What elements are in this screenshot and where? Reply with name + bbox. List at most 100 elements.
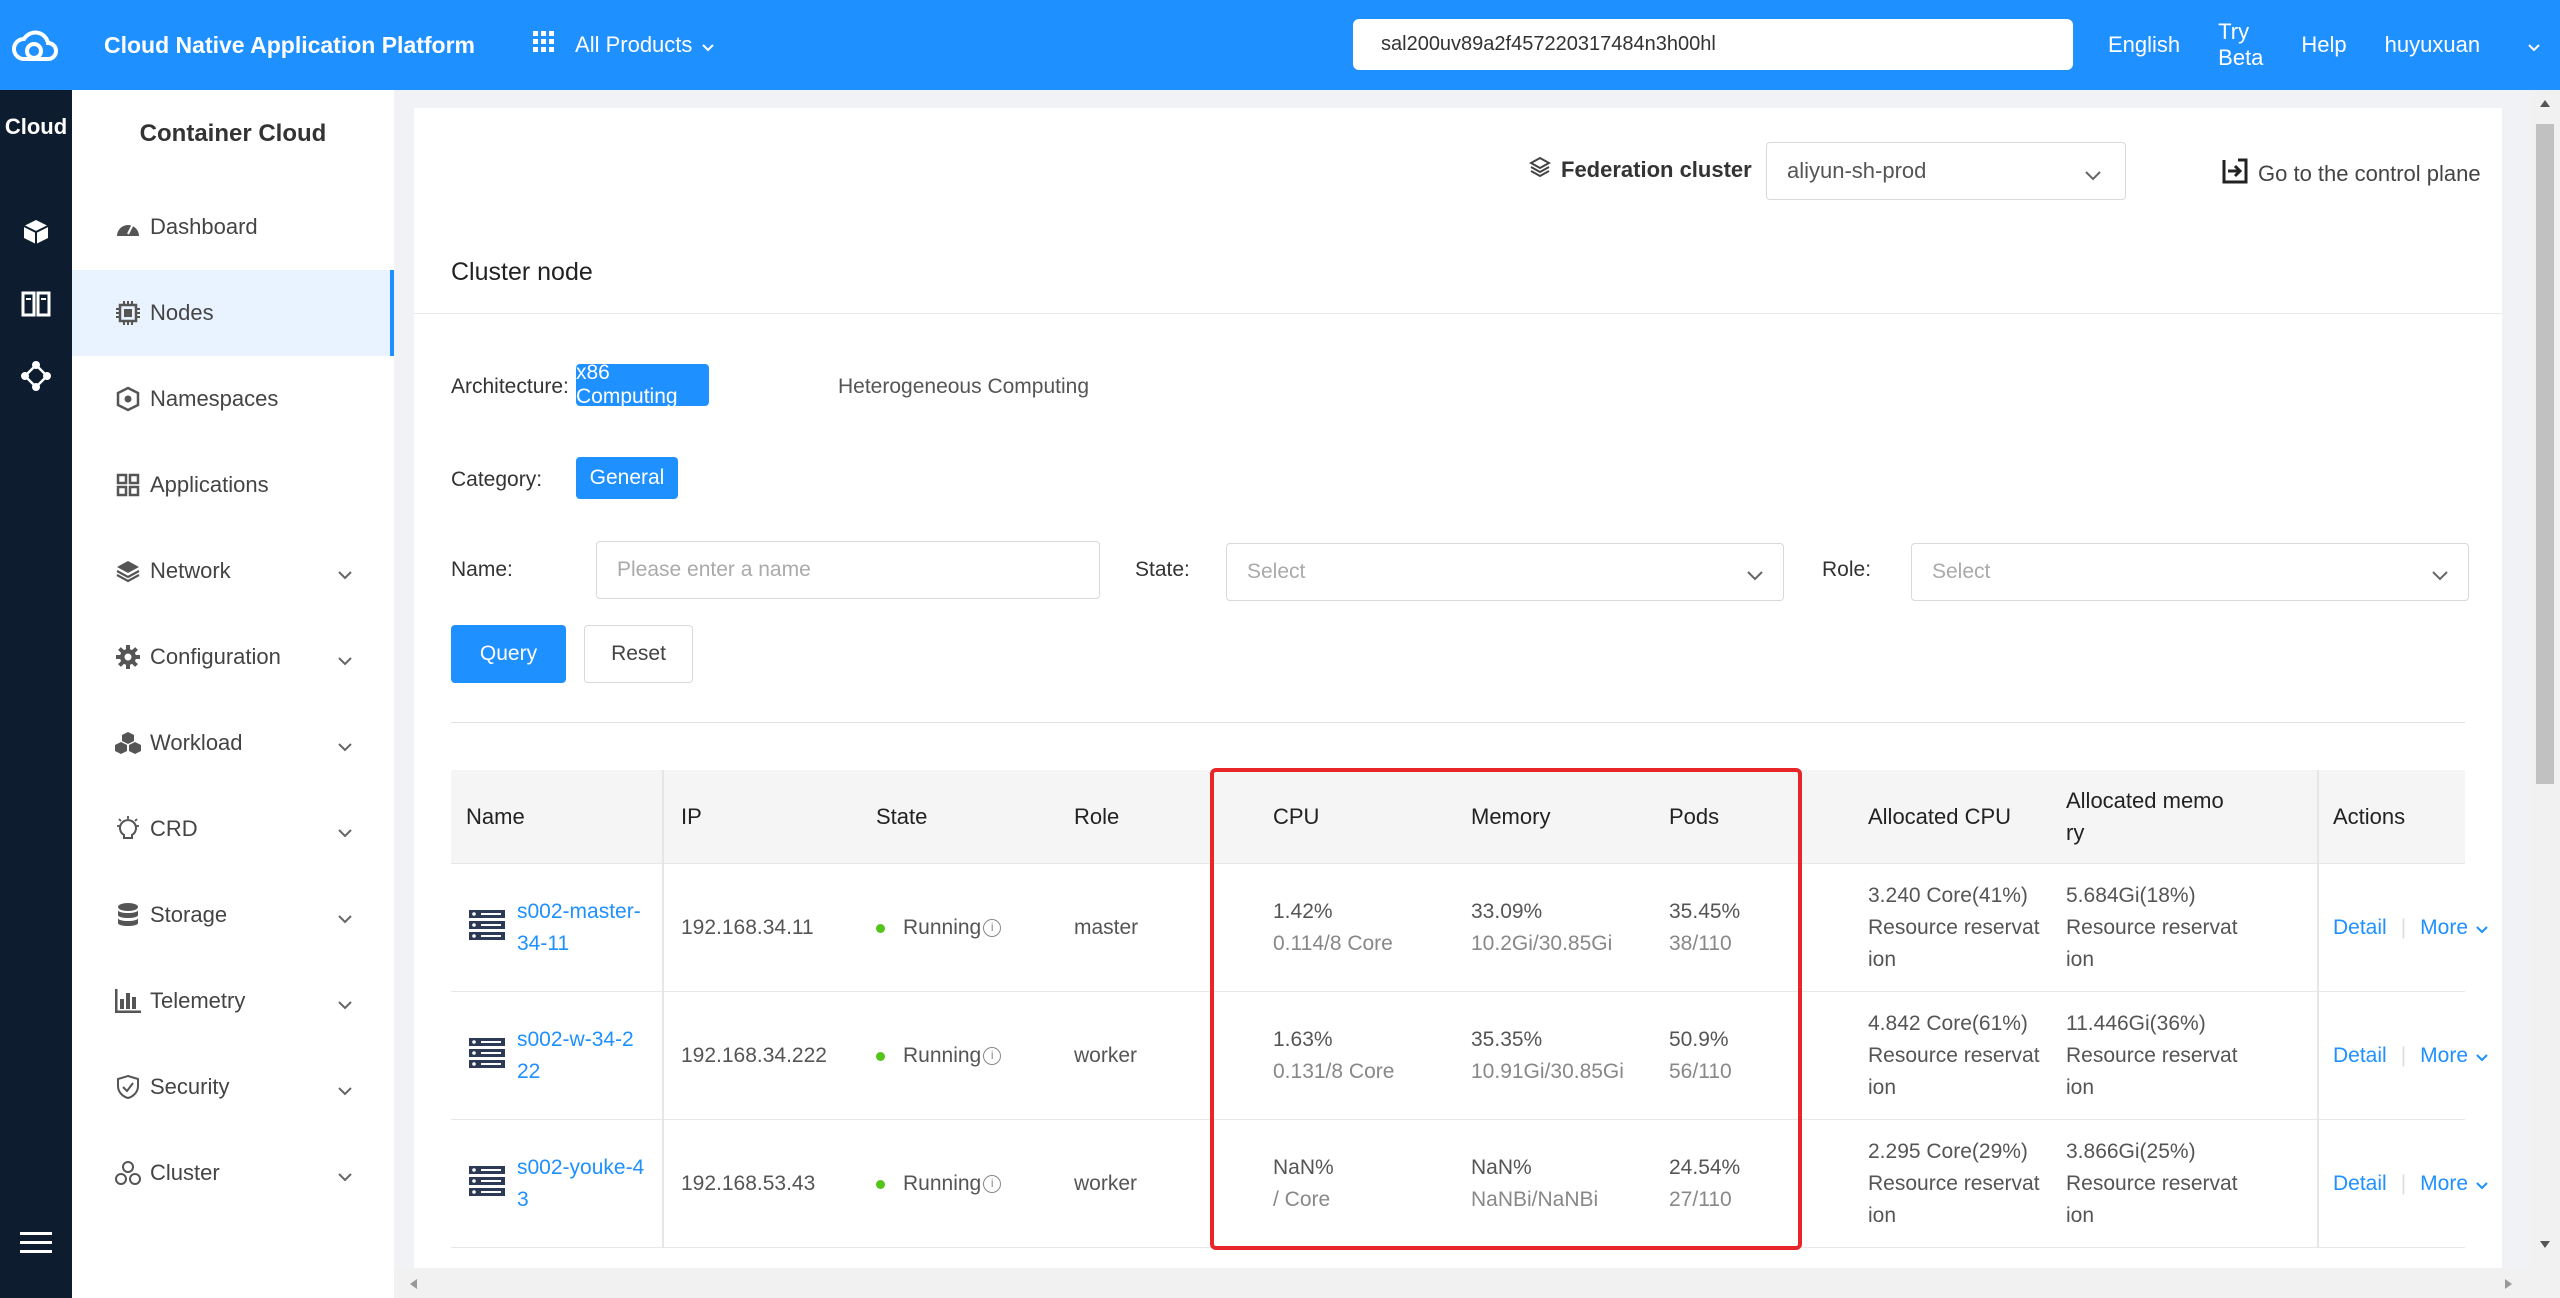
info-icon[interactable]: i [983, 1047, 1002, 1065]
sidebar-item-telemetry[interactable]: Telemetry [72, 958, 394, 1044]
table-row: s002-w-34-2 22 192.168.34.222 Running i worke… [451, 992, 2488, 1120]
federation-cluster-value: aliyun-sh-prod [1787, 158, 1927, 183]
table-row: s002-youke-4 3 192.168.53.43 Running i worker… [451, 1120, 2488, 1248]
category-general-tag[interactable]: General [576, 457, 678, 499]
app-title[interactable]: Cloud Native Application Platform [104, 32, 475, 59]
detail-link[interactable]: Detail [2333, 912, 2387, 944]
divider [451, 722, 2465, 723]
column-header-role[interactable]: Role [1074, 770, 1119, 864]
sidebar-item-cluster[interactable]: Cluster [72, 1130, 394, 1216]
name-search-input[interactable]: Please enter a name [596, 541, 1100, 599]
sidebar-title: Container Cloud [139, 120, 327, 147]
chevron-down-icon [702, 32, 715, 58]
allocated-cpu-cell: 3.240 Core(41%) Resource reservat ion [1868, 884, 2040, 971]
layers-icon [1528, 156, 1552, 184]
federation-cluster-select[interactable]: aliyun-sh-prod [1766, 142, 2126, 200]
info-icon[interactable]: i [983, 1175, 1002, 1193]
more-dropdown[interactable]: More [2420, 1040, 2488, 1072]
column-header-pods[interactable]: Pods [1669, 770, 1719, 864]
cluster-node-card: Cluster node Architecture: x86 Computing… [414, 228, 2502, 1298]
more-dropdown[interactable]: More [2420, 912, 2488, 944]
node-name-link[interactable]: s002-youke-4 3 [517, 1152, 644, 1216]
node-name-cell: s002-w-34-2 22 [469, 992, 634, 1120]
sidebar-item-applications[interactable]: Applications [72, 442, 394, 528]
detail-link[interactable]: Detail [2333, 1168, 2387, 1200]
sidebar-item-configuration[interactable]: Configuration [72, 614, 394, 700]
column-header-actions: Actions [2333, 804, 2406, 829]
name-placeholder: Please enter a name [617, 558, 811, 581]
namespace-icon [114, 385, 142, 413]
sidebar-item-crd[interactable]: CRD [72, 786, 394, 872]
pods-cell: 35.45% 38/110 [1669, 900, 1741, 955]
apps-icon [114, 471, 142, 499]
state-select[interactable]: Select [1226, 543, 1784, 601]
node-name-link[interactable]: s002-w-34-2 22 [517, 1024, 634, 1088]
global-search-input[interactable]: sal200uv89a2f457220317484n3h00hl [1353, 19, 2073, 70]
memory-cell: 35.35% 10.91Gi/30.85Gi [1471, 1028, 1624, 1083]
user-menu[interactable]: huyuxuan [2385, 32, 2560, 58]
chevron-down-icon [338, 904, 352, 930]
sidebar: Container Cloud Dashboard Nodes Namespaces… [72, 90, 394, 1298]
state-cell: Running i [876, 992, 1002, 1120]
allocated-memory-cell: 11.446Gi(36%) Resource reservat ion [2066, 1012, 2238, 1099]
sidebar-item-nodes[interactable]: Nodes [72, 270, 394, 356]
sidebar-item-security[interactable]: Security [72, 1044, 394, 1130]
state-text: Running [903, 916, 982, 939]
query-button[interactable]: Query [451, 625, 566, 683]
cubes-icon [114, 729, 142, 757]
reset-button[interactable]: Reset [584, 625, 693, 683]
language-link[interactable]: English [2108, 32, 2180, 58]
cloud-logo-icon[interactable] [0, 0, 72, 90]
ip-cell: 192.168.34.222 [681, 1044, 827, 1067]
role-select[interactable]: Select [1911, 543, 2469, 601]
more-dropdown[interactable]: More [2420, 1168, 2488, 1200]
arch-x86-tag[interactable]: x86 Computing [576, 361, 709, 408]
memory-cell: 33.09% 10.2Gi/30.85Gi [1471, 900, 1613, 955]
sidebar-item-dashboard[interactable]: Dashboard [72, 184, 394, 270]
sidebar-item-storage[interactable]: Storage [72, 872, 394, 958]
state-text: Running [903, 1044, 982, 1067]
try-beta-link[interactable]: Try Beta [2218, 19, 2263, 71]
go-to-control-plane-link[interactable]: Go to the control plane [2220, 156, 2481, 192]
divider: | [2400, 1172, 2407, 1195]
chevron-down-icon [338, 646, 352, 672]
cpu-cell: 1.42% 0.114/8 Core [1273, 900, 1393, 955]
actions-cell: Detail | More [2333, 1120, 2488, 1248]
federation-label: Federation cluster [1528, 156, 1752, 184]
arch-heterogeneous-tag[interactable]: Heterogeneous Computing [838, 375, 1089, 399]
detail-link[interactable]: Detail [2333, 1040, 2387, 1072]
menu-icon[interactable] [14, 1220, 58, 1264]
column-header-allocated-memory[interactable]: Allocated memo ry [2066, 770, 2256, 864]
sidebar-item-namespaces[interactable]: Namespaces [72, 356, 394, 442]
column-header-memory[interactable]: Memory [1471, 770, 1550, 864]
node-name-link[interactable]: s002-master- 34-11 [517, 896, 641, 960]
vertical-scrollbar[interactable] [2530, 90, 2560, 1298]
main-content: Federation cluster aliyun-sh-prod Go to … [394, 90, 2532, 1298]
topology-icon[interactable] [14, 354, 58, 398]
left-rail: Cloud [0, 90, 72, 1298]
chevron-down-icon [2528, 32, 2540, 58]
book-icon[interactable] [14, 282, 58, 326]
info-icon[interactable]: i [983, 919, 1002, 937]
column-header-cpu[interactable]: CPU [1273, 770, 1319, 864]
layers-icon [114, 557, 142, 585]
sidebar-item-workload[interactable]: Workload [72, 700, 394, 786]
state-cell: Running i [876, 1120, 1002, 1248]
column-header-ip[interactable]: IP [681, 770, 702, 864]
cluster-icon [114, 1159, 142, 1187]
sidebar-item-network[interactable]: Network [72, 528, 394, 614]
all-products-menu[interactable]: All Products [533, 31, 715, 59]
sidebar-item-label: Workload [150, 730, 243, 755]
horizontal-scrollbar[interactable] [394, 1268, 2530, 1298]
chevron-down-icon [2432, 563, 2448, 587]
sidebar-item-label: Configuration [150, 644, 281, 669]
cube-icon[interactable] [14, 210, 58, 254]
rail-title: Cloud [4, 114, 68, 139]
state-text: Running [903, 1172, 982, 1195]
column-header-allocated-cpu[interactable]: Allocated CPU [1868, 770, 2011, 864]
gear-icon [114, 643, 142, 671]
help-link[interactable]: Help [2301, 32, 2346, 58]
column-header-name[interactable]: Name [466, 770, 525, 864]
column-header-state[interactable]: State [876, 770, 927, 864]
scrollbar-thumb[interactable] [2536, 124, 2554, 784]
